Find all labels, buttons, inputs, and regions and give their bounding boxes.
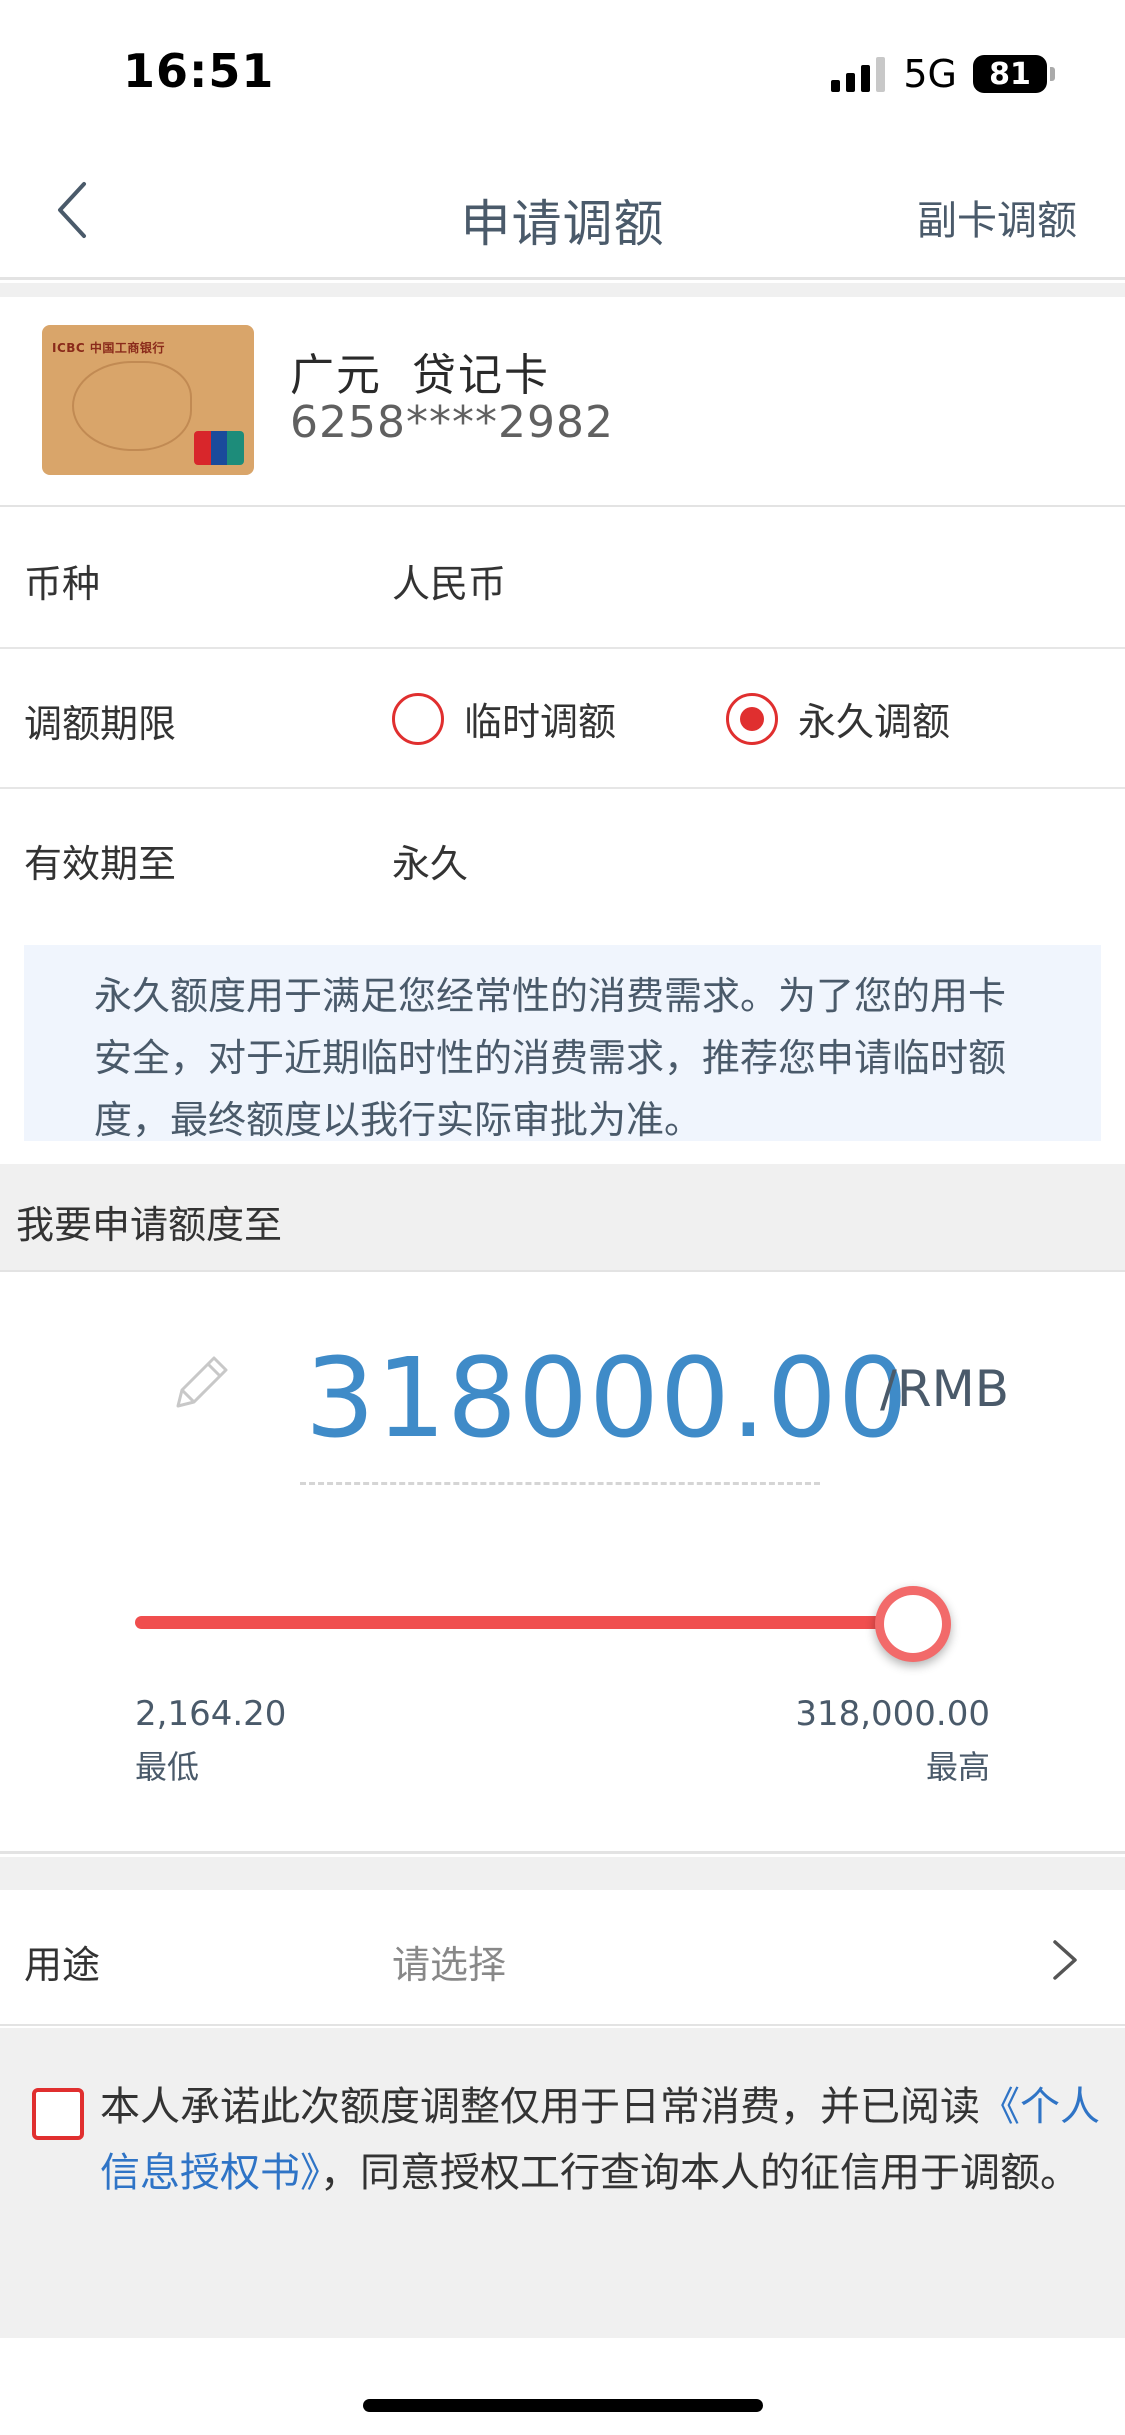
card-selector[interactable]: ICBC 中国工商银行 广元 贷记卡 6258****2982 <box>0 297 1125 507</box>
status-bar: 16:51 5G 81 <box>0 0 1125 150</box>
term-label: 调额期限 <box>24 702 177 746</box>
consent-text-after: ，同意授权工行查询本人的征信用于调额。 <box>320 2150 1080 2196</box>
radio-label: 永久调额 <box>798 700 951 744</box>
max-amount-value: 318,000.00 <box>795 1694 990 1734</box>
currency-label: 币种 <box>24 562 101 606</box>
valid-until-value: 永久 <box>392 842 469 886</box>
card-name: 广元 贷记卡 <box>290 339 580 403</box>
card-number: 6258****2982 <box>290 397 614 448</box>
card-bank-logo: ICBC 中国工商银行 <box>52 341 165 355</box>
term-row: 调额期限 临时调额 永久调额 <box>0 649 1125 789</box>
card-map-pattern <box>72 361 192 451</box>
consent-text-before: 本人承诺此次额度调整仅用于日常消费，并已阅读 <box>100 2084 980 2130</box>
valid-until-row: 有效期至 永久 <box>0 789 1125 929</box>
battery-level: 81 <box>973 55 1047 93</box>
credit-card-image: ICBC 中国工商银行 <box>42 325 254 475</box>
status-indicators: 5G 81 <box>831 52 1055 96</box>
purpose-placeholder: 请选择 <box>392 1943 507 1987</box>
amount-slider-track[interactable] <box>135 1616 945 1629</box>
nav-bar: 申请调额 副卡调额 <box>0 150 1125 280</box>
amount-slider-thumb[interactable] <box>875 1586 951 1662</box>
amount-section-header: 我要申请额度至 <box>0 1164 1125 1272</box>
term-radio-group: 临时调额 永久调额 <box>392 691 1060 746</box>
battery-icon: 81 <box>973 55 1055 93</box>
status-time: 16:51 <box>123 44 275 98</box>
unionpay-logo-icon <box>194 431 244 465</box>
radio-permanent[interactable]: 永久调额 <box>726 691 950 746</box>
amount-unit: /RMB <box>880 1360 1010 1418</box>
network-type: 5G <box>903 52 957 96</box>
currency-row: 币种 人民币 <box>0 509 1125 649</box>
consent-section: 本人承诺此次额度调整仅用于日常消费，并已阅读《个人信息授权书》，同意授权工行查询… <box>0 2028 1125 2338</box>
secondary-card-adjust-button[interactable]: 副卡调额 <box>917 188 1077 246</box>
card-owner: 广元 <box>290 350 382 401</box>
bottom-area <box>0 2338 1125 2435</box>
amount-section-title: 我要申请额度至 <box>16 1203 283 1247</box>
radio-unchecked-icon[interactable] <box>392 692 444 745</box>
valid-until-label: 有效期至 <box>24 842 177 886</box>
radio-label: 临时调额 <box>464 700 617 744</box>
home-indicator[interactable] <box>363 2399 763 2412</box>
consent-checkbox[interactable] <box>32 2088 84 2140</box>
min-amount-value: 2,164.20 <box>135 1694 287 1734</box>
purpose-label: 用途 <box>24 1943 101 1987</box>
purpose-selector[interactable]: 用途 请选择 <box>0 1890 1125 2026</box>
amount-panel: 318000.00 /RMB 2,164.20 最低 318,000.00 最高 <box>0 1274 1125 1854</box>
card-type: 贷记卡 <box>412 350 550 401</box>
radio-temporary[interactable]: 临时调额 <box>392 691 616 746</box>
pencil-icon[interactable] <box>160 1344 240 1424</box>
divider <box>0 1857 1125 1890</box>
amount-underline <box>300 1482 820 1485</box>
min-amount-label: 最低 <box>135 1748 200 1786</box>
amount-input[interactable]: 318000.00 <box>305 1334 909 1462</box>
consent-text: 本人承诺此次额度调整仅用于日常消费，并已阅读《个人信息授权书》，同意授权工行查询… <box>100 2074 1100 2206</box>
notice-text: 永久额度用于满足您经常性的消费需求。为了您的用卡安全，对于近期临时性的消费需求，… <box>24 945 1101 1142</box>
chevron-right-icon <box>1045 1930 1085 1990</box>
radio-checked-icon[interactable] <box>726 692 779 745</box>
divider <box>0 283 1125 297</box>
max-amount-label: 最高 <box>925 1748 990 1786</box>
signal-icon <box>831 56 886 92</box>
currency-value: 人民币 <box>392 562 507 606</box>
